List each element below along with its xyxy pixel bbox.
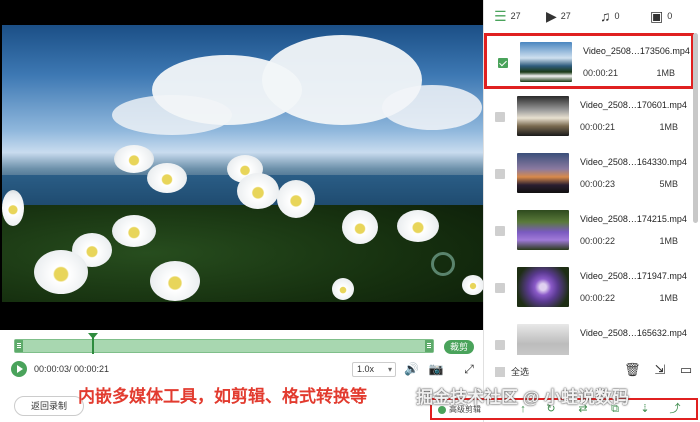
- list-item[interactable]: Video_2508…173506.mp4 00:00:21 1MB: [484, 33, 694, 89]
- list-item[interactable]: Video_2508…174215.mp4 00:00:22 1MB: [484, 204, 694, 260]
- file-size: 1MB: [659, 236, 678, 246]
- share-icon[interactable]: ⤴: [668, 402, 682, 416]
- select-all[interactable]: 全选: [495, 365, 529, 378]
- flower: [462, 275, 483, 295]
- select-all-label: 全选: [511, 367, 530, 377]
- tab-count: 27: [510, 11, 521, 21]
- item-checkbox[interactable]: [495, 340, 505, 350]
- flower: [150, 261, 200, 301]
- folder-icon[interactable]: ▭: [678, 362, 694, 378]
- video-thumbnail: [517, 324, 569, 355]
- file-size: 1MB: [659, 122, 678, 132]
- music-icon: ♫: [600, 8, 611, 24]
- file-duration: 00:00:23: [580, 179, 616, 189]
- list-item[interactable]: Video_2508…171947.mp4 00:00:22 1MB: [484, 261, 694, 317]
- promo-caption: 内嵌多媒体工具，如剪辑、格式转换等: [78, 387, 367, 406]
- file-size: 1MB: [659, 293, 678, 303]
- back-to-record-button[interactable]: 返回录制: [14, 396, 84, 416]
- item-checkbox[interactable]: [495, 226, 505, 236]
- list-icon: ☰: [494, 7, 507, 24]
- file-name: Video_2508…164330.mp4: [580, 157, 687, 167]
- file-name: Video_2508…171947.mp4: [580, 271, 687, 281]
- list-item[interactable]: Video_2508…165632.mp4: [484, 318, 694, 355]
- volume-icon[interactable]: 🔊: [404, 362, 419, 376]
- flower: [147, 163, 187, 193]
- fullscreen-icon[interactable]: ⤢: [462, 362, 476, 376]
- image-icon: ▣: [650, 7, 664, 24]
- file-list: Video_2508…173506.mp4 00:00:21 1MB Video…: [484, 33, 694, 355]
- play-button[interactable]: [11, 361, 27, 377]
- flower: [114, 145, 154, 173]
- watermark-text: 掘金技术社区 @ 小蛙说数码: [416, 388, 630, 407]
- file-size: 5MB: [659, 179, 678, 189]
- flower: [332, 278, 354, 300]
- trash-icon[interactable]: 🗑: [624, 362, 641, 378]
- tab-image[interactable]: ▣ 0: [650, 6, 672, 26]
- file-name: Video_2508…173506.mp4: [583, 46, 690, 56]
- compress-icon[interactable]: ⇣: [638, 402, 652, 416]
- file-duration: 00:00:22: [580, 293, 616, 303]
- file-duration: 00:00:22: [580, 236, 616, 246]
- file-size: 1MB: [656, 68, 675, 78]
- cut-button[interactable]: 裁剪: [444, 340, 474, 354]
- video-icon: ▶: [546, 7, 557, 24]
- trim-start-handle[interactable]: [15, 340, 23, 352]
- video-thumbnail: [517, 210, 569, 250]
- list-scrollbar[interactable]: [693, 33, 698, 223]
- flower: [237, 173, 279, 209]
- file-name: Video_2508…165632.mp4: [580, 328, 687, 338]
- item-checkbox[interactable]: [495, 169, 505, 179]
- video-thumbnail: [517, 96, 569, 136]
- trim-timeline[interactable]: [14, 339, 434, 353]
- speed-value: 1.0x: [357, 364, 375, 374]
- flower: [34, 250, 88, 294]
- tab-video[interactable]: ▶ 27: [546, 6, 571, 26]
- flower: [2, 190, 24, 226]
- video-player[interactable]: [0, 0, 483, 330]
- tab-count: 0: [614, 11, 620, 21]
- tab-count: 27: [560, 11, 571, 21]
- flower: [397, 210, 439, 242]
- video-thumbnail: [517, 267, 569, 307]
- video-thumbnail: [520, 42, 572, 82]
- tab-count: 0: [667, 11, 673, 21]
- video-frame[interactable]: [2, 25, 483, 302]
- media-tabs: ☰ 27 ▶ 27 ♫ 0 ▣ 0: [484, 0, 700, 32]
- file-duration: 00:00:21: [580, 122, 616, 132]
- flower: [277, 180, 315, 218]
- file-panel: ☰ 27 ▶ 27 ♫ 0 ▣ 0 Video_2508…173506.mp4 …: [483, 0, 700, 422]
- playback-time: 00:00:03/ 00:00:21: [34, 364, 110, 374]
- item-checkbox[interactable]: [495, 112, 505, 122]
- file-name: Video_2508…170601.mp4: [580, 100, 687, 110]
- playhead-marker[interactable]: [88, 333, 98, 354]
- cloud-shape: [112, 95, 232, 135]
- item-checkbox[interactable]: [498, 58, 508, 68]
- file-duration: 00:00:21: [583, 68, 619, 78]
- tab-all[interactable]: ☰ 27: [494, 6, 521, 26]
- speed-select[interactable]: 1.0x ▾: [352, 362, 396, 377]
- watermark-logo-icon: [431, 252, 455, 276]
- flower: [112, 215, 156, 247]
- trim-end-handle[interactable]: [425, 340, 433, 352]
- select-all-checkbox[interactable]: [495, 366, 505, 377]
- cloud-shape: [382, 85, 482, 130]
- list-item[interactable]: Video_2508…164330.mp4 00:00:23 5MB: [484, 147, 694, 203]
- item-checkbox[interactable]: [495, 283, 505, 293]
- app-window: 裁剪 00:00:03/ 00:00:21 1.0x ▾ 🔊 📷 ⤢ 返回录制 …: [0, 0, 700, 422]
- tab-audio[interactable]: ♫ 0: [600, 6, 620, 26]
- export-folder-icon[interactable]: ⇲: [652, 362, 668, 378]
- flower: [342, 210, 378, 244]
- list-item[interactable]: Video_2508…170601.mp4 00:00:21 1MB: [484, 90, 694, 146]
- video-thumbnail: [517, 153, 569, 193]
- file-name: Video_2508…174215.mp4: [580, 214, 687, 224]
- camera-icon[interactable]: 📷: [426, 362, 446, 376]
- chevron-down-icon: ▾: [387, 365, 392, 374]
